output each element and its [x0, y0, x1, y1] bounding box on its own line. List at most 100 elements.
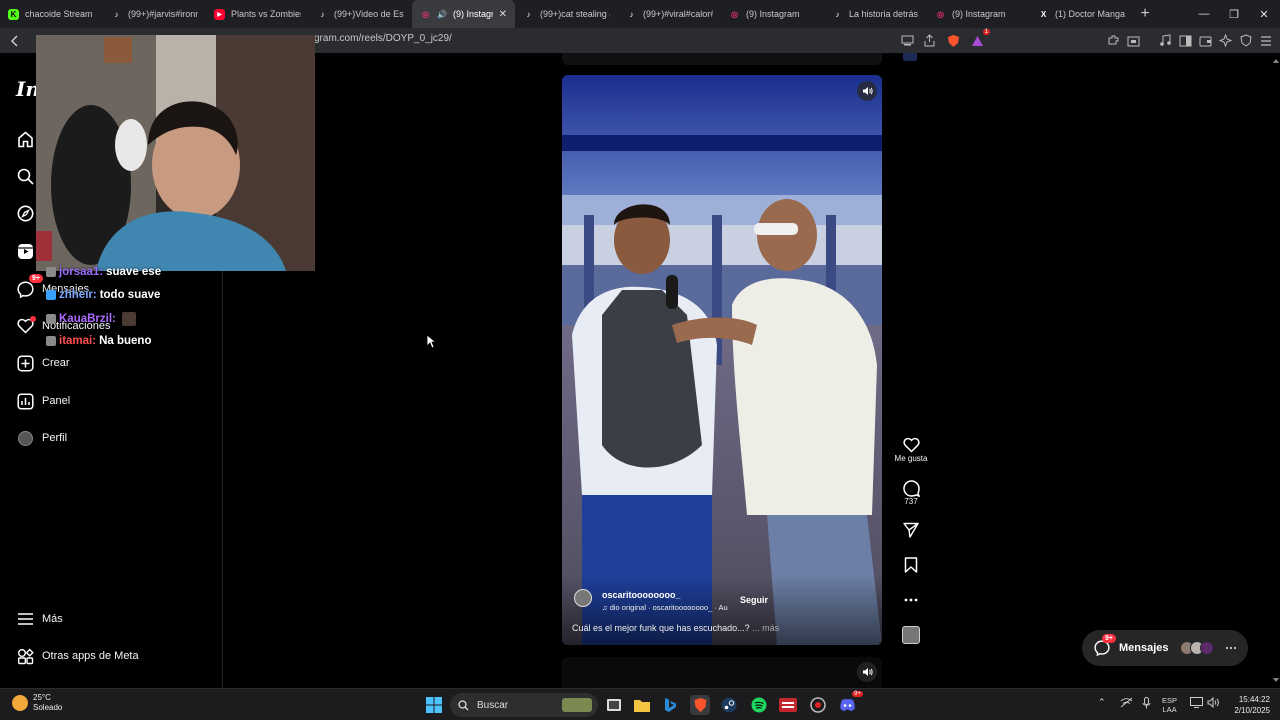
sidebar-item-messages[interactable]: 9+ Mensajes — [16, 274, 89, 301]
menu-icon[interactable] — [1258, 33, 1273, 48]
media-icon[interactable] — [1158, 33, 1173, 48]
back-button[interactable] — [6, 32, 24, 50]
like-button[interactable]: Me gusta — [893, 436, 929, 463]
minimize-button[interactable]: — — [1188, 0, 1220, 28]
reel-audio-label[interactable]: ♫ dio original · oscaritoooooooo_ · Au — [602, 603, 728, 612]
browser-tab[interactable]: ◎ (9) Instagram — [927, 0, 1030, 28]
reel-author-avatar[interactable] — [574, 589, 592, 607]
new-tab-button[interactable]: + — [1133, 5, 1157, 23]
scroll-down-icon[interactable] — [1271, 675, 1280, 685]
sidebar-item-reels[interactable] — [16, 239, 34, 263]
follow-button[interactable]: Seguir — [740, 595, 768, 605]
browser-tab[interactable]: ♪ (99+)Video de Este — [309, 0, 412, 28]
reel-video[interactable]: oscaritoooooooo_ ♫ dio original · oscari… — [562, 75, 882, 645]
sidebar-icon[interactable] — [1178, 33, 1193, 48]
previous-audio-thumb[interactable] — [903, 53, 917, 61]
extensions-icon[interactable] — [1106, 33, 1121, 48]
browser-tab[interactable]: ♪ (99+)cat stealing a — [515, 0, 618, 28]
speaker-icon[interactable]: 🔊 — [437, 10, 447, 19]
comment-count: 737 — [904, 497, 918, 506]
spotify-button[interactable] — [749, 695, 769, 715]
sidebar-item-home[interactable] — [16, 127, 34, 151]
page-scrollbar[interactable] — [1270, 53, 1280, 688]
address-bar-url[interactable]: gram.com/reels/DOYP_0_jc29/ — [314, 33, 452, 44]
browser-tab[interactable]: ▶ Plants vs Zombies — [206, 0, 309, 28]
cast-icon[interactable] — [900, 33, 915, 48]
browser-tab-label: chacoide Stream — [25, 9, 93, 19]
chat-emote-icon — [121, 312, 136, 326]
browser-tab[interactable]: ♪ (99+)#jarvis#ironm — [103, 0, 206, 28]
next-reel-preview[interactable] — [562, 657, 882, 688]
sidebar-item-dashboard[interactable]: Panel — [16, 389, 70, 413]
reel-author-username[interactable]: oscaritoooooooo_ — [602, 590, 681, 600]
browser-tab[interactable]: Kchacoide Stream — [0, 0, 103, 28]
vpn-shield-icon[interactable] — [1238, 33, 1253, 48]
task-view-button[interactable] — [604, 695, 624, 715]
share-button[interactable] — [893, 521, 929, 539]
microphone-icon[interactable] — [1142, 697, 1151, 711]
browser-tab[interactable]: ◎ 🔊 (9) Instagram ✕ — [412, 0, 515, 28]
next-mute-button[interactable] — [857, 662, 877, 682]
reel-info: oscaritoooooooo_ ♫ dio original · oscari… — [562, 575, 882, 645]
sidebar-item-label: Panel — [42, 395, 71, 407]
volume-icon — [862, 668, 873, 676]
discord-button[interactable]: 9+ — [837, 691, 863, 715]
close-window-button[interactable]: ✕ — [1248, 0, 1280, 28]
caption-more-link[interactable]: ... más — [752, 623, 779, 633]
sidebar-item-search[interactable] — [16, 164, 34, 188]
sidebar-item-create[interactable]: Crear — [16, 351, 70, 375]
reel-audio-thumbnail[interactable] — [902, 626, 920, 644]
browser-tab-label: (99+)cat stealing a — [540, 9, 610, 19]
sidebar-item-explore[interactable] — [16, 201, 34, 225]
sidebar-item-label: Perfil — [42, 432, 68, 444]
brave-shields-icon[interactable] — [946, 33, 961, 48]
start-button[interactable] — [424, 695, 444, 715]
reel-caption: Cuál es el mejor funk que has escuchado.… — [572, 623, 780, 633]
media-app-button[interactable] — [778, 695, 798, 715]
messages-pill-button[interactable]: 9+ Mensajes — [1082, 630, 1248, 666]
speaker-icon[interactable] — [1207, 696, 1220, 710]
wallet-icon[interactable] — [1198, 33, 1213, 48]
brave-rewards-icon[interactable]: 1 — [970, 29, 990, 48]
comment-button[interactable]: 737 — [893, 479, 929, 506]
language-indicator[interactable]: ESP LAA — [1162, 696, 1177, 714]
tiktok-icon: ♪ — [629, 9, 634, 19]
taskbar-search[interactable]: Buscar — [450, 693, 598, 717]
restore-button[interactable]: ❐ — [1218, 0, 1250, 28]
browser-tab-strip: Kchacoide Stream ♪ (99+)#jarvis#ironm ▶ Plan… — [0, 0, 1280, 28]
leo-ai-icon[interactable] — [1218, 33, 1233, 48]
save-button[interactable] — [893, 556, 929, 574]
compass-icon — [16, 204, 34, 222]
chat-badge-icon — [46, 314, 56, 324]
streaming-app-button[interactable] — [808, 695, 828, 715]
tray-chevron-icon[interactable]: ⌃ — [1098, 697, 1106, 708]
scroll-up-icon[interactable] — [1271, 56, 1280, 66]
system-clock[interactable]: 15:44:22 2/10/2025 — [1228, 694, 1270, 716]
mute-button[interactable] — [857, 81, 877, 101]
browser-tab[interactable]: ♪ La historia detrás de — [824, 0, 927, 28]
sidebar-item-more[interactable]: Más — [16, 607, 63, 631]
share-icon[interactable] — [922, 33, 937, 48]
browser-tab[interactable]: ♪ (99+)#viral#calor#p — [618, 0, 721, 28]
more-options-button[interactable] — [893, 591, 929, 609]
spotify-icon — [751, 697, 767, 713]
bing-icon — [665, 698, 676, 712]
back-arrow-icon — [10, 35, 18, 47]
display-icon[interactable] — [1190, 697, 1203, 710]
steam-button[interactable] — [719, 695, 739, 715]
screenshot-icon[interactable] — [1126, 33, 1141, 48]
close-tab-icon[interactable]: ✕ — [499, 9, 507, 20]
previous-reel-edge[interactable] — [562, 53, 882, 65]
sidebar-item-notifications[interactable]: Notificaciones — [16, 314, 110, 338]
sidebar-item-meta-apps[interactable]: Otras apps de Meta — [16, 644, 139, 668]
weather-widget[interactable]: 25°C Soleado — [12, 693, 62, 713]
clock-time: 15:44:22 — [1238, 695, 1270, 704]
wifi-off-icon[interactable] — [1120, 697, 1133, 710]
browser-tab[interactable]: X (1) Doctor Mangala — [1030, 0, 1133, 28]
brave-taskbar-button[interactable] — [690, 695, 710, 715]
file-explorer-button[interactable] — [632, 695, 652, 715]
sidebar-item-label: Crear — [42, 357, 70, 369]
sidebar-item-profile[interactable]: Perfil — [16, 426, 67, 450]
browser-tab[interactable]: ◎ (9) Instagram — [721, 0, 824, 28]
bing-button[interactable] — [660, 695, 680, 715]
